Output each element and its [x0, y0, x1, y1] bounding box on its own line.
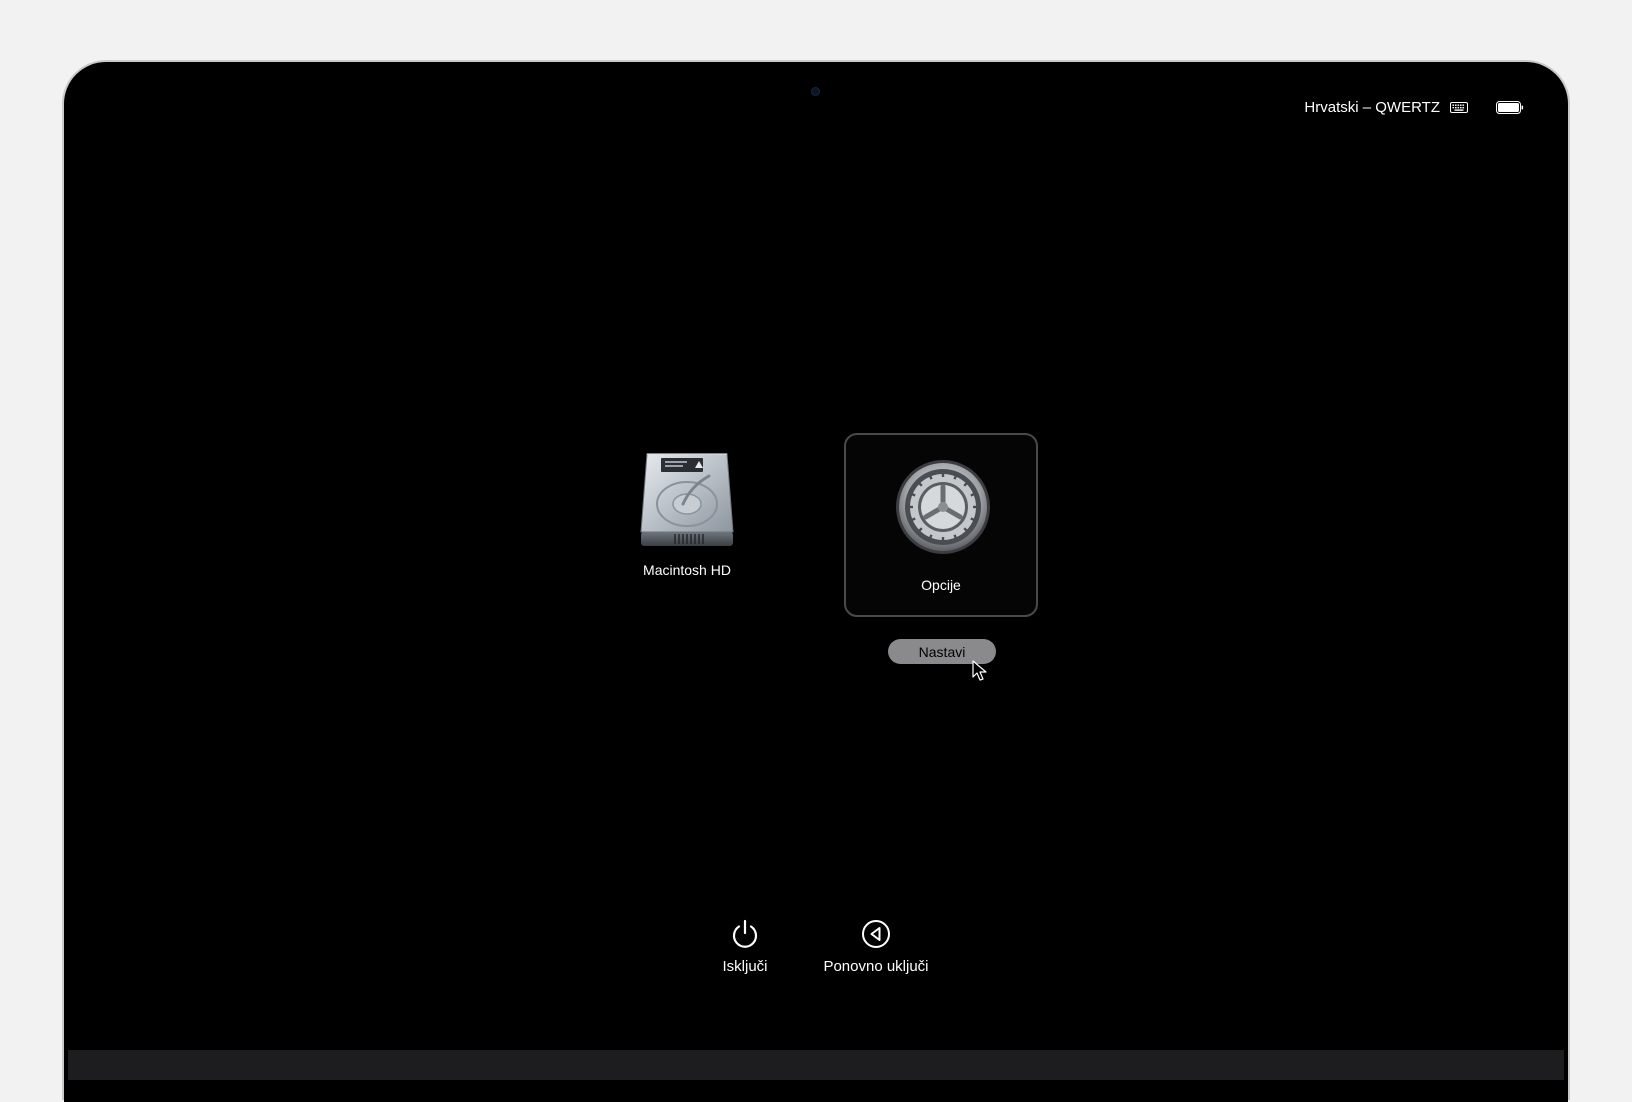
keyboard-icon[interactable] — [1450, 101, 1468, 113]
shutdown-button[interactable]: Isključi — [710, 918, 780, 975]
keyboard-layout-label[interactable]: Hrvatski – QWERTZ — [1304, 99, 1440, 116]
power-icon — [732, 919, 758, 948]
hard-drive-icon — [640, 453, 734, 546]
startup-options-label: Opcije — [921, 577, 961, 593]
camera-icon — [811, 87, 820, 96]
gear-icon — [896, 460, 990, 554]
mouse-cursor-icon — [972, 660, 987, 681]
restart-label: Ponovno uključi — [823, 958, 929, 975]
battery-icon — [1496, 100, 1524, 114]
screen-bottom-edge — [68, 1050, 1564, 1080]
shutdown-label: Isključi — [722, 958, 768, 975]
restart-icon — [862, 920, 890, 948]
status-bar: Hrvatski – QWERTZ — [1304, 96, 1524, 118]
restart-button[interactable]: Ponovno uključi — [816, 918, 936, 975]
startup-options-selected[interactable]: Opcije — [844, 433, 1038, 617]
startup-disk-macintosh-hd[interactable]: Macintosh HD — [621, 452, 753, 578]
startup-disk-label: Macintosh HD — [643, 562, 731, 578]
